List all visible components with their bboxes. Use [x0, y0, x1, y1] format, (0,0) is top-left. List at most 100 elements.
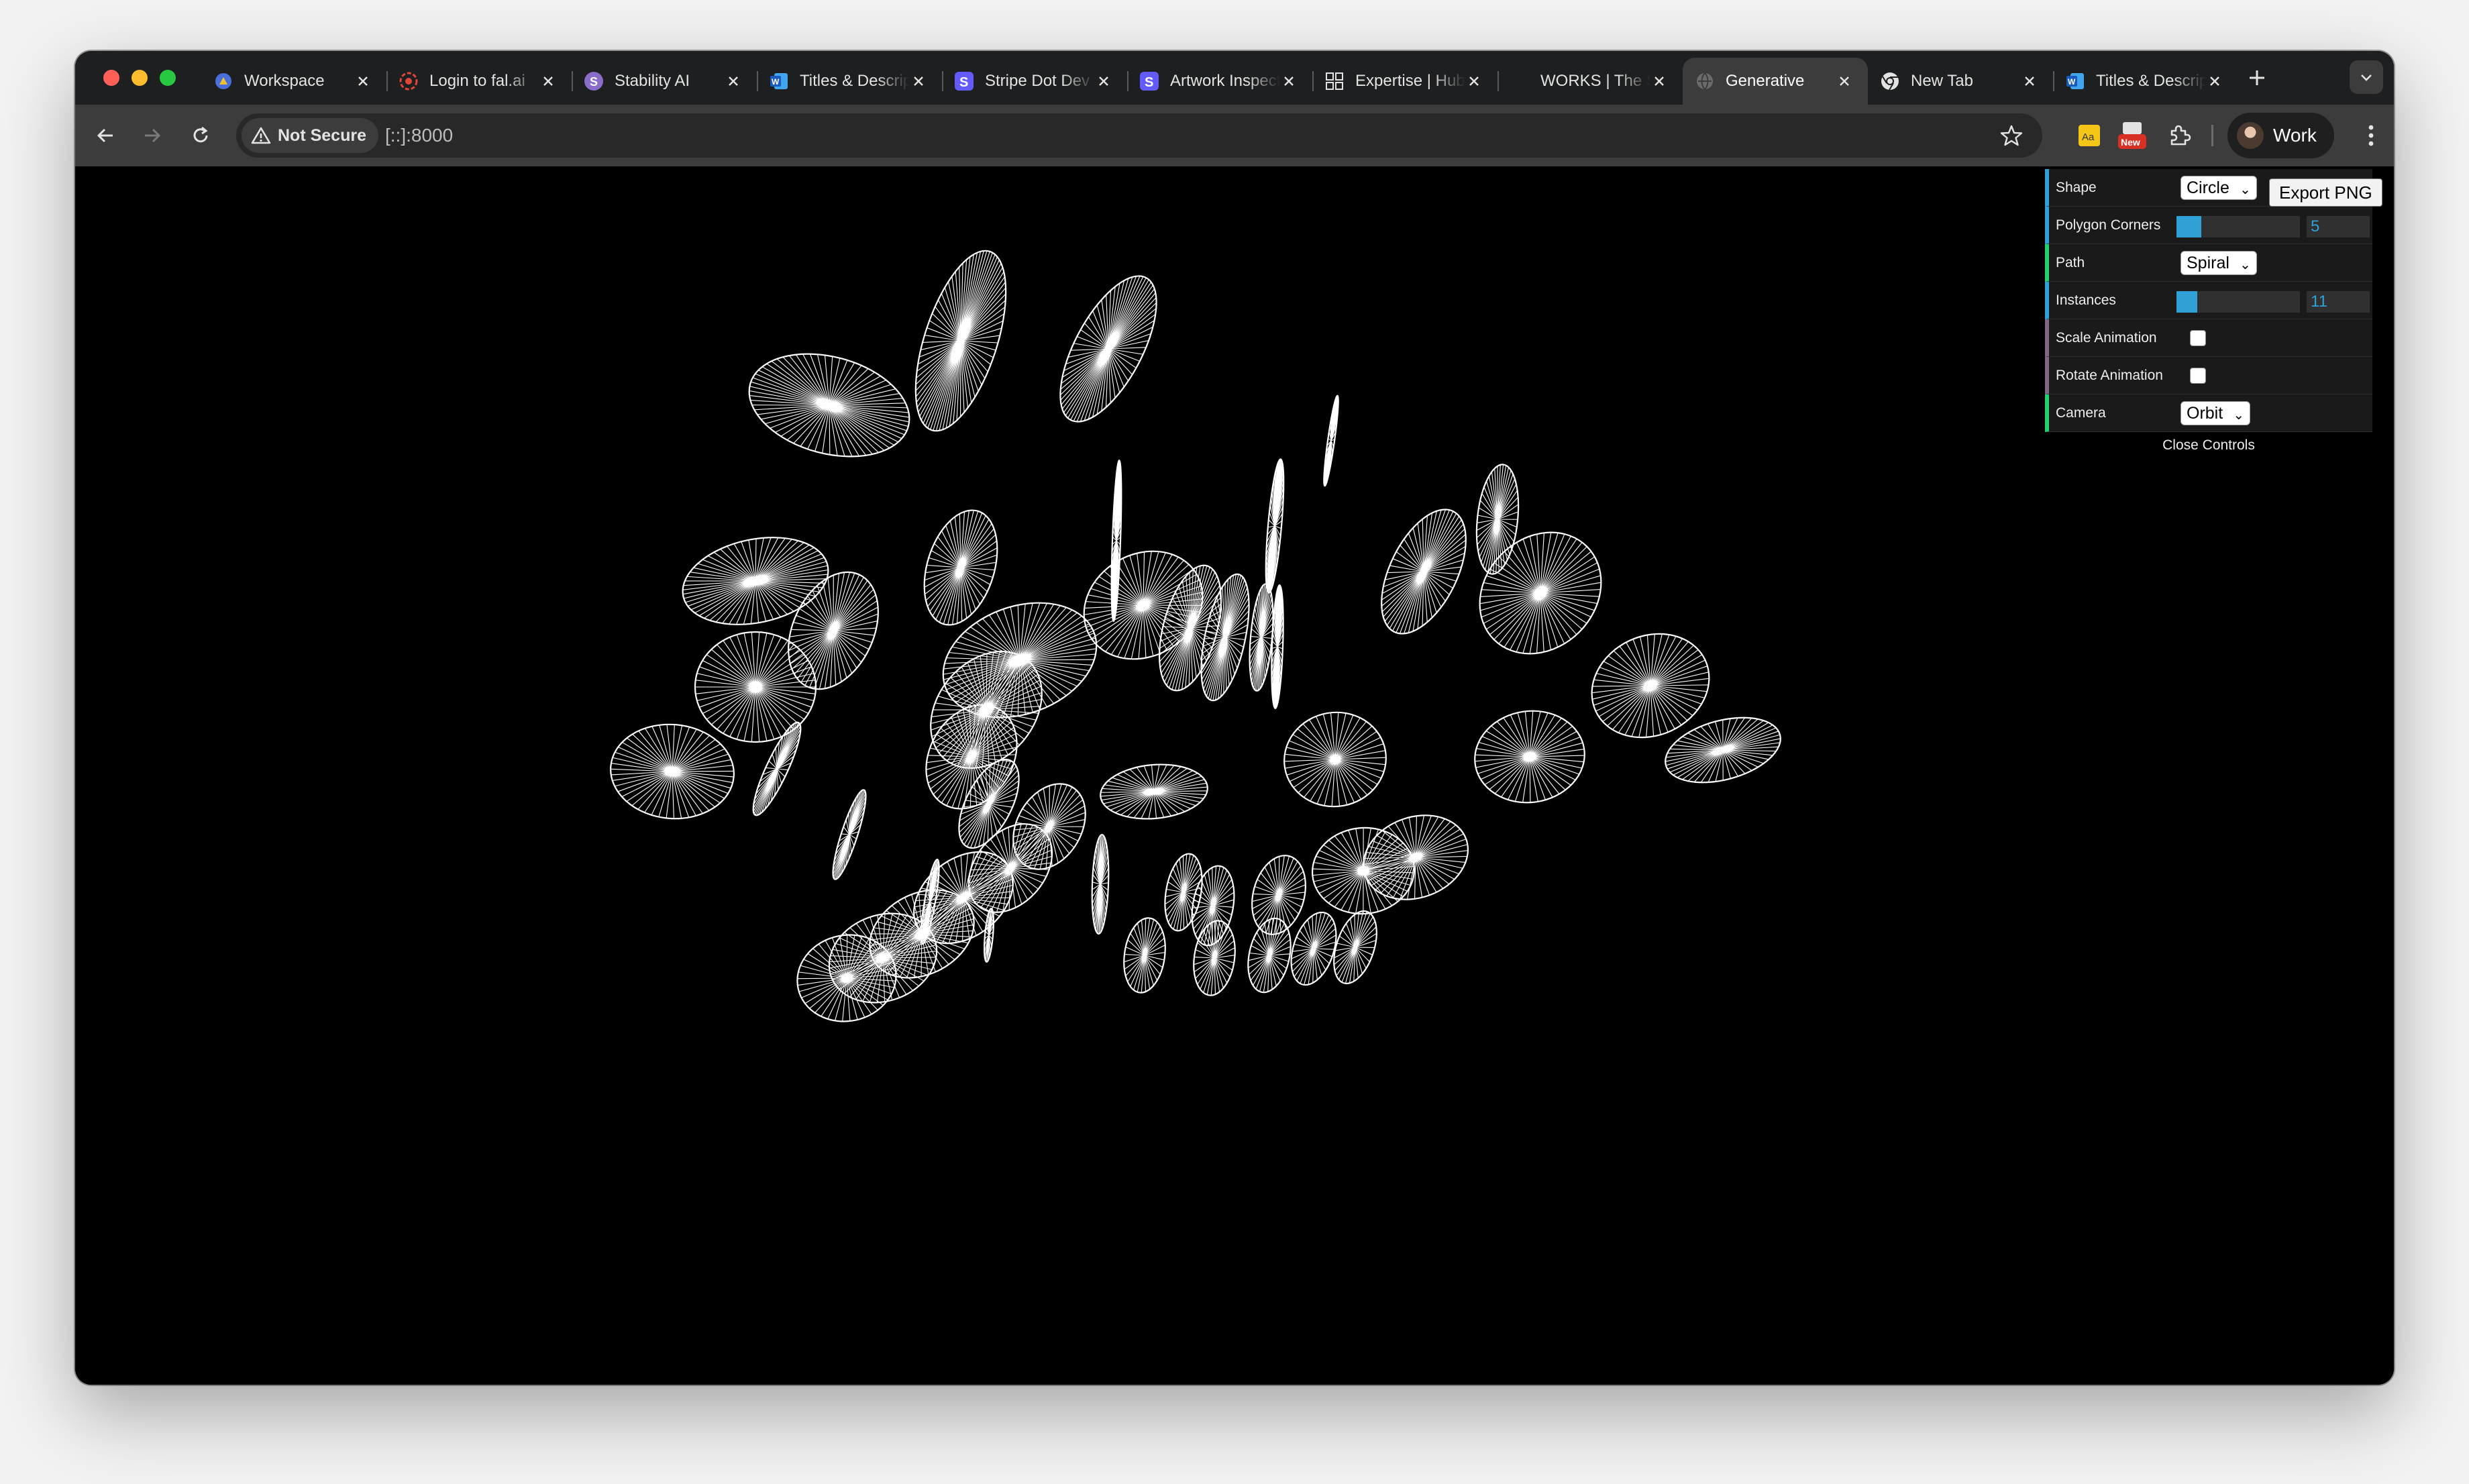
- close-icon[interactable]: [1836, 72, 1853, 90]
- tab-expertise[interactable]: Expertise | Hub: [1312, 58, 1498, 105]
- browser-menu-button[interactable]: [2356, 121, 2386, 150]
- tab-stability[interactable]: S Stability AI: [572, 58, 757, 105]
- wireframe-ellipse: [1110, 459, 1122, 623]
- new-tab-button[interactable]: [2245, 66, 2269, 90]
- camera-select-value: Orbit: [2187, 404, 2223, 423]
- tab-artwork-inspector[interactable]: S Artwork Inspector: [1127, 58, 1312, 105]
- instances-input[interactable]: 11: [2307, 291, 2370, 313]
- close-icon[interactable]: [539, 72, 557, 90]
- profile-button[interactable]: Work: [2227, 113, 2334, 158]
- security-chip[interactable]: Not Secure: [242, 118, 378, 153]
- minimize-window-button[interactable]: [132, 70, 148, 86]
- svg-text:S: S: [1145, 75, 1153, 90]
- close-icon[interactable]: [1280, 72, 1298, 90]
- close-icon[interactable]: [354, 72, 372, 90]
- camera-select[interactable]: Orbit ⌄: [2181, 401, 2251, 425]
- gui-row-scale-animation: Scale Animation: [2045, 319, 2372, 357]
- word-icon: W: [769, 71, 789, 91]
- chevron-down-icon: ⌄: [2233, 408, 2245, 423]
- tab-title: Login to fal.ai: [429, 72, 525, 90]
- stability-icon: S: [584, 71, 604, 91]
- more-vertical-icon: [2368, 125, 2374, 146]
- camera-label: Camera: [2056, 405, 2106, 421]
- wireframe-ellipse: [1665, 717, 1781, 784]
- wireframe-ellipse: [1100, 763, 1208, 820]
- new-extension-button[interactable]: New: [2115, 118, 2150, 153]
- bookmark-star-icon[interactable]: [1999, 123, 2024, 148]
- extensions-button[interactable]: [2162, 118, 2197, 153]
- profile-name: Work: [2273, 125, 2317, 146]
- close-icon[interactable]: [910, 72, 927, 90]
- controls-panel: Shape Circle ⌄ Polygon Corners 5 Path Sp…: [2045, 169, 2372, 459]
- rotate-animation-checkbox[interactable]: [2190, 368, 2206, 384]
- wireframe-ellipse: [748, 353, 910, 458]
- forward-arrow-icon: [145, 128, 161, 143]
- address-bar[interactable]: Not Secure [::]:8000: [236, 113, 2042, 158]
- stripe-icon: S: [954, 71, 974, 91]
- zoom-window-button[interactable]: [160, 70, 176, 86]
- tab-fal-login[interactable]: Login to fal.ai: [386, 58, 572, 105]
- reload-icon: [193, 126, 208, 143]
- tab-title: Artwork Inspector: [1170, 72, 1280, 90]
- url-text[interactable]: [::]:8000: [385, 113, 453, 158]
- wireframe-ellipse: [1091, 833, 1110, 935]
- tab-title: Titles & Descriptions: [800, 72, 910, 90]
- tab-search-button[interactable]: [2350, 60, 2383, 94]
- wireframe-ellipse: [1283, 711, 1387, 808]
- export-png-button[interactable]: Export PNG: [2269, 178, 2382, 207]
- tab-title: Workspace: [244, 72, 325, 90]
- gui-row-rotate-animation: Rotate Animation: [2045, 357, 2372, 394]
- slider-fill: [2176, 216, 2201, 237]
- close-icon[interactable]: [1465, 72, 1483, 90]
- tab-works[interactable]: WORKS | The Studio: [1498, 58, 1683, 105]
- tab-title: Generative: [1726, 72, 1805, 90]
- polygon-corners-input[interactable]: 5: [2307, 216, 2370, 237]
- gui-row-path: Path Spiral ⌄: [2045, 244, 2372, 282]
- chevron-down-icon: [2361, 74, 2372, 81]
- forward-button[interactable]: [137, 120, 168, 151]
- tab-separator: [2053, 71, 2054, 91]
- instances-label: Instances: [2056, 293, 2116, 308]
- wireframe-ellipse: [1591, 633, 1710, 739]
- close-icon[interactable]: [1095, 72, 1112, 90]
- tab-generative[interactable]: Generative: [1683, 58, 1868, 105]
- wireframe-ellipse: [983, 908, 995, 963]
- svg-text:New: New: [2121, 137, 2140, 148]
- path-select[interactable]: Spiral ⌄: [2181, 251, 2257, 275]
- page-viewport: Shape Circle ⌄ Polygon Corners 5 Path Sp…: [75, 166, 2394, 1385]
- tab-separator: [757, 71, 758, 91]
- tab-separator: [386, 71, 388, 91]
- instances-slider[interactable]: [2176, 291, 2300, 313]
- close-icon[interactable]: [2206, 72, 2223, 90]
- tab-separator: [572, 71, 573, 91]
- close-icon[interactable]: [725, 72, 742, 90]
- tab-workspace[interactable]: Workspace: [201, 58, 386, 105]
- blank-icon: [1510, 71, 1530, 91]
- browser-window: Workspace Login to fal.ai S Stability AI…: [75, 51, 2394, 1385]
- polygon-corners-slider[interactable]: [2176, 216, 2300, 237]
- tab-stripe-dot-dev[interactable]: S Stripe Dot Dev: [942, 58, 1127, 105]
- extension-badge-icon: New: [2118, 122, 2146, 149]
- shape-select[interactable]: Circle ⌄: [2181, 176, 2257, 200]
- tab-separator: [1312, 71, 1314, 91]
- wireframe-ellipse: [1474, 710, 1585, 804]
- close-icon[interactable]: [1650, 72, 1668, 90]
- chrome-icon: [1880, 71, 1900, 91]
- scale-animation-label: Scale Animation: [2056, 330, 2157, 346]
- close-window-button[interactable]: [103, 70, 119, 86]
- gui-row-polygon-corners: Polygon Corners 5: [2045, 207, 2372, 244]
- tab-new-tab[interactable]: New Tab: [1868, 58, 2053, 105]
- tab-titles-descriptions-2[interactable]: W Titles & Descriptions: [2053, 58, 2238, 105]
- tab-titles-descriptions[interactable]: W Titles & Descriptions: [757, 58, 942, 105]
- globe-icon: [1695, 71, 1715, 91]
- wireframe-ellipse: [1323, 394, 1339, 487]
- scale-animation-checkbox[interactable]: [2190, 330, 2206, 346]
- close-icon[interactable]: [2021, 72, 2038, 90]
- rotate-animation-label: Rotate Animation: [2056, 368, 2163, 383]
- close-controls-button[interactable]: Close Controls: [2045, 432, 2372, 459]
- dictionary-extension-button[interactable]: Aa: [2072, 118, 2107, 153]
- path-label: Path: [2056, 255, 2085, 270]
- reload-button[interactable]: [185, 120, 216, 151]
- gui-row-camera: Camera Orbit ⌄: [2045, 394, 2372, 432]
- back-button[interactable]: [90, 120, 121, 151]
